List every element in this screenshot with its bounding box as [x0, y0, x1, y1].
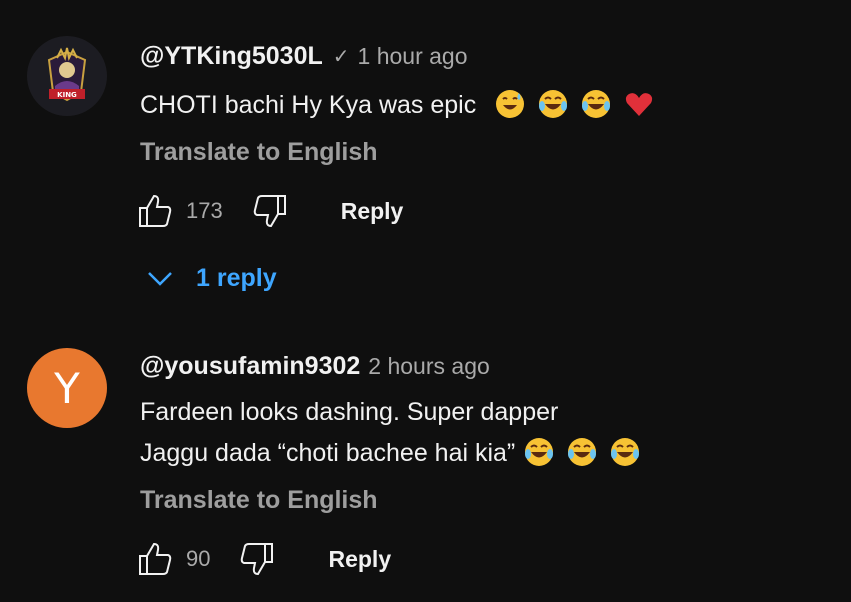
author-name[interactable]: @yousufamin9302 [140, 352, 360, 381]
avatar-initial: Y [54, 363, 80, 413]
chevron-down-icon [148, 271, 172, 286]
author-name[interactable]: @YTKing5030L [140, 42, 323, 71]
verified-check-icon: ✓ [332, 46, 350, 68]
comment-text: Fardeen looks dashing. Super dapper Jagg… [140, 392, 640, 474]
avatar[interactable]: KING [27, 36, 107, 116]
like-count: 90 [186, 546, 211, 571]
dislike-button[interactable] [238, 540, 276, 578]
tears-of-joy-emoji [582, 90, 611, 118]
svg-text:KING: KING [57, 91, 77, 99]
comment-header: @yousufamin9302 2 hours ago [140, 352, 490, 381]
like-button[interactable] [136, 540, 174, 578]
thumbs-down-icon [241, 543, 274, 576]
comment-actions: 173 Reply [136, 192, 403, 230]
comment-actions: 90 Reply [136, 540, 391, 578]
timestamp[interactable]: 2 hours ago [368, 353, 489, 380]
dislike-button[interactable] [251, 192, 289, 230]
avatar[interactable]: Y [27, 348, 107, 428]
king-avatar-icon: KING [27, 36, 107, 116]
reply-button[interactable]: Reply [328, 546, 391, 573]
like-button[interactable] [136, 192, 174, 230]
thumbs-down-icon [253, 195, 286, 228]
tears-of-joy-emoji [611, 438, 640, 466]
comment-text: CHOTI bachi Hy Kya was epic [140, 85, 654, 126]
comment-text-line: Jaggu dada “choti bachee hai kia” [140, 439, 516, 467]
grinning-sweat-emoji [496, 90, 525, 118]
translate-link[interactable]: Translate to English [140, 486, 378, 515]
thumbs-up-icon [139, 194, 172, 227]
timestamp[interactable]: 1 hour ago [358, 43, 468, 70]
comment-header: @YTKing5030L ✓ 1 hour ago [140, 42, 468, 71]
tears-of-joy-emoji [539, 90, 568, 118]
reply-button[interactable]: Reply [341, 198, 404, 225]
translate-link[interactable]: Translate to English [140, 138, 378, 167]
tears-of-joy-emoji [525, 438, 554, 466]
view-replies-button[interactable]: 1 reply [146, 264, 277, 293]
red-heart-emoji [625, 93, 653, 116]
tears-of-joy-emoji [568, 438, 597, 466]
comment-text-line: Fardeen looks dashing. Super dapper [140, 398, 559, 426]
thumbs-up-icon [139, 542, 172, 575]
like-count: 173 [186, 198, 223, 223]
replies-count-label: 1 reply [196, 264, 277, 292]
comment-text-line: CHOTI bachi Hy Kya was epic [140, 91, 477, 119]
